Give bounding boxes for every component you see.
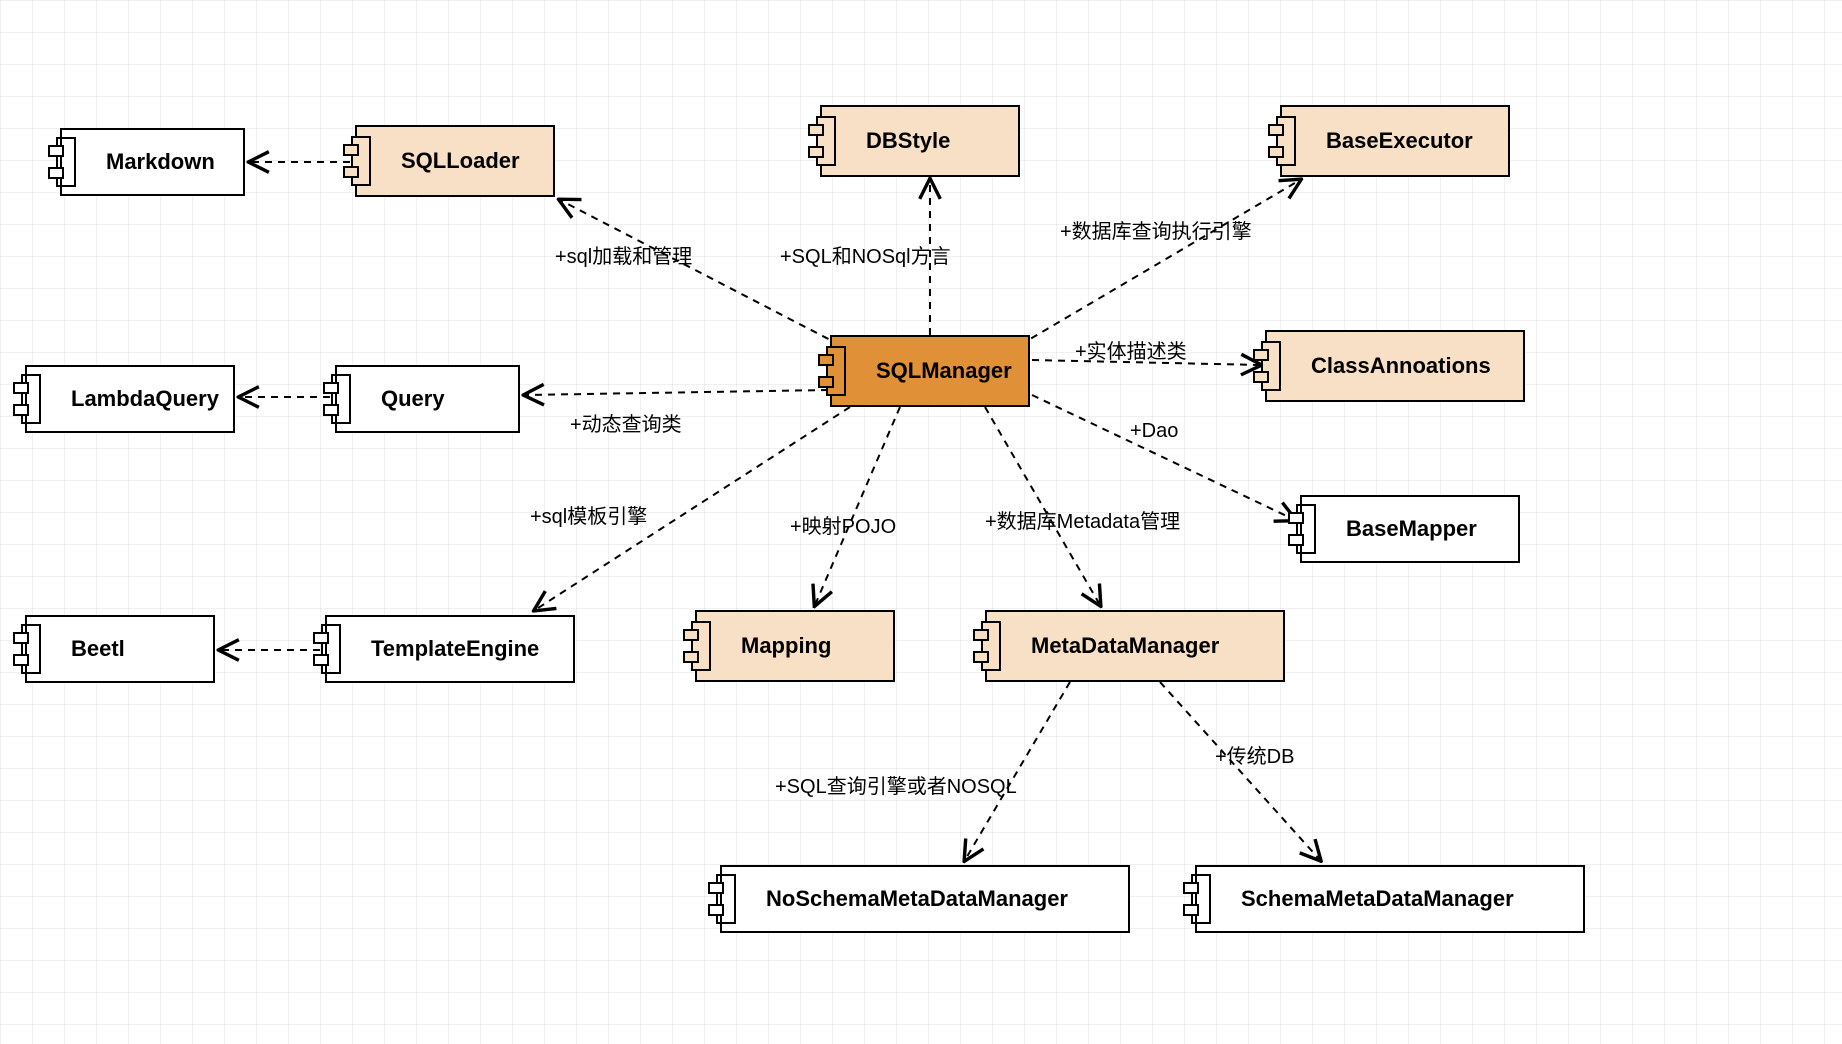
node-query[interactable]: Query [335, 365, 520, 433]
edge-label: +传统DB [1215, 740, 1294, 769]
node-markdown[interactable]: Markdown [60, 128, 245, 196]
node-label: BaseMapper [1346, 516, 1477, 542]
node-lambdaquery[interactable]: LambdaQuery [25, 365, 235, 433]
edge-label: +数据库Metadata管理 [985, 505, 1180, 534]
node-noschemamdm[interactable]: NoSchemaMetaDataManager [720, 865, 1130, 933]
node-label: Markdown [106, 149, 215, 175]
node-classannotations[interactable]: ClassAnnoations [1265, 330, 1525, 402]
edge-label: +Dao [1130, 420, 1178, 443]
node-schemamdm[interactable]: SchemaMetaDataManager [1195, 865, 1585, 933]
node-label: ClassAnnoations [1311, 353, 1491, 379]
component-icon [808, 116, 836, 166]
component-icon [343, 136, 371, 186]
node-label: Mapping [741, 633, 831, 659]
component-icon [1253, 341, 1281, 391]
component-icon [313, 624, 341, 674]
component-icon [323, 374, 351, 424]
node-label: MetaDataManager [1031, 633, 1219, 659]
component-icon [818, 346, 846, 396]
node-templateengine[interactable]: TemplateEngine [325, 615, 575, 683]
node-label: DBStyle [866, 128, 950, 154]
component-icon [683, 621, 711, 671]
node-label: LambdaQuery [71, 386, 219, 412]
component-icon [708, 874, 736, 924]
node-label: NoSchemaMetaDataManager [766, 886, 1068, 912]
component-icon [13, 624, 41, 674]
node-label: Query [381, 386, 445, 412]
node-label: SchemaMetaDataManager [1241, 886, 1514, 912]
edge-label: +动态查询类 [570, 408, 682, 437]
node-sqlloader[interactable]: SQLLoader [355, 125, 555, 197]
node-label: TemplateEngine [371, 636, 539, 662]
edge-label: +sql模板引擎 [530, 500, 647, 529]
edge-label: +sql加载和管理 [555, 240, 692, 269]
edge-label: +映射POJO [790, 510, 896, 539]
edge-label: +实体描述类 [1075, 335, 1187, 364]
node-sqlmanager[interactable]: SQLManager [830, 335, 1030, 407]
component-icon [1183, 874, 1211, 924]
node-metadatamanager[interactable]: MetaDataManager [985, 610, 1285, 682]
node-dbstyle[interactable]: DBStyle [820, 105, 1020, 177]
node-mapping[interactable]: Mapping [695, 610, 895, 682]
component-icon [48, 137, 76, 187]
edge-label: +SQL查询引擎或者NOSQL [775, 770, 1017, 799]
component-icon [973, 621, 1001, 671]
edge-label: +数据库查询执行引擎 [1060, 215, 1252, 244]
component-icon [13, 374, 41, 424]
node-baseexecutor[interactable]: BaseExecutor [1280, 105, 1510, 177]
component-icon [1268, 116, 1296, 166]
node-basemapper[interactable]: BaseMapper [1300, 495, 1520, 563]
node-label: SQLLoader [401, 148, 520, 174]
node-label: SQLManager [876, 358, 1012, 384]
node-label: Beetl [71, 636, 125, 662]
component-icon [1288, 504, 1316, 554]
node-beetl[interactable]: Beetl [25, 615, 215, 683]
node-label: BaseExecutor [1326, 128, 1473, 154]
edge-label: +SQL和NOSql方言 [780, 240, 951, 269]
